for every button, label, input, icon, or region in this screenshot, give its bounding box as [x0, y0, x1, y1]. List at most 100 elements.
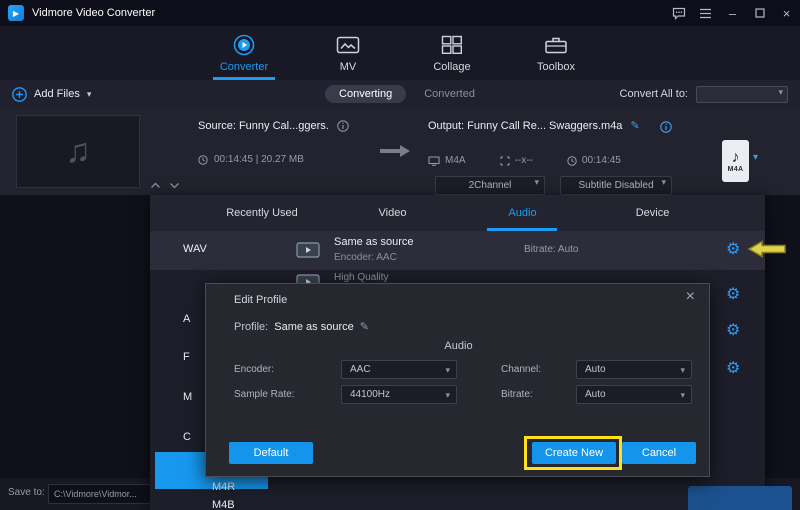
chevron-down-icon[interactable]	[169, 182, 180, 189]
convert-all-to-label: Convert All to:	[620, 88, 688, 100]
feedback-icon[interactable]	[665, 0, 692, 26]
tab-mv[interactable]: MV	[315, 26, 381, 80]
profile-title-partial: High Quality	[334, 272, 388, 283]
save-to-label: Save to:	[8, 487, 45, 498]
encoder-label: Encoder:	[234, 360, 274, 379]
output-info-icon[interactable]	[660, 121, 672, 133]
target-format-caret-icon[interactable]: ▾	[753, 152, 758, 163]
tab-collage[interactable]: Collage	[419, 26, 485, 80]
window-controls: – ×	[665, 0, 800, 26]
format-name: WAV	[183, 243, 207, 255]
channel-dropdown[interactable]: 2Channel ▾	[435, 176, 545, 195]
channel-value: Auto	[585, 364, 606, 375]
convert-all-to-caret-icon: ▾	[778, 87, 783, 98]
mv-image-icon	[336, 34, 360, 56]
dialog-close-icon[interactable]: ×	[686, 288, 695, 306]
tab-toolbox-label: Toolbox	[537, 61, 575, 73]
edit-profile-dialog: Edit Profile × Profile: Same as source ✎…	[205, 283, 710, 477]
toolbox-briefcase-icon	[544, 34, 568, 56]
panel-tab-video[interactable]: Video	[355, 195, 430, 231]
convert-all-to-group: Convert All to: ▾	[620, 86, 788, 103]
output-resolution-meta: --x--	[500, 155, 533, 166]
sample-rate-label: Sample Rate:	[234, 385, 295, 404]
maximize-button[interactable]	[746, 0, 773, 26]
sample-rate-select[interactable]: 44100Hz ▾	[341, 385, 457, 404]
profile-settings-gear-icon[interactable]: ⚙	[726, 242, 740, 258]
tab-converter-label: Converter	[220, 61, 268, 73]
encoder-select[interactable]: AAC ▾	[341, 360, 457, 379]
format-name-bottom[interactable]: M4B	[212, 499, 235, 510]
resolution-icon	[500, 156, 510, 166]
sample-rate-caret-icon: ▾	[445, 387, 450, 404]
profile-settings-gear-icon[interactable]: ⚙	[726, 323, 740, 339]
format-name-bottom[interactable]: M4R	[212, 481, 235, 493]
clock-icon	[198, 155, 208, 165]
chevron-up-icon[interactable]	[150, 182, 161, 189]
subtitle-dropdown[interactable]: Subtitle Disabled ▾	[560, 176, 672, 195]
profile-value: Same as source	[274, 321, 353, 333]
annotation-arrow-icon	[747, 240, 787, 258]
convert-all-button[interactable]	[688, 486, 792, 510]
sample-rate-value: 44100Hz	[350, 389, 390, 400]
convert-status-tabs: Converting Converted	[325, 85, 475, 103]
profile-label: Profile:	[234, 321, 268, 333]
app-window: ▶ Vidmore Video Converter – × Converter …	[0, 0, 800, 510]
subtitle-dropdown-value: Subtitle Disabled	[578, 180, 653, 191]
profile-settings-gear-icon[interactable]: ⚙	[726, 361, 740, 377]
edit-profile-pencil-icon[interactable]: ✎	[360, 320, 369, 333]
bitrate-select[interactable]: Auto ▾	[576, 385, 692, 404]
format-name-partial: C	[183, 431, 191, 443]
add-files-button[interactable]: Add Files ▾	[12, 87, 91, 102]
bitrate-value: Auto	[585, 389, 606, 400]
source-filename: Source: Funny Cal...ggers.	[198, 120, 329, 132]
titlebar: ▶ Vidmore Video Converter – ×	[0, 0, 800, 26]
source-line: Source: Funny Cal...ggers.	[198, 120, 349, 132]
channel-dropdown-value: 2Channel	[469, 180, 512, 191]
tab-converter[interactable]: Converter	[211, 26, 277, 80]
reorder-controls	[150, 182, 180, 189]
source-duration-size: 00:14:45 | 20.27 MB	[198, 154, 304, 165]
channel-select[interactable]: Auto ▾	[576, 360, 692, 379]
tab-converted[interactable]: Converted	[424, 88, 475, 100]
main-nav: Converter MV Collage Toolbox	[0, 26, 800, 80]
channel-caret-icon: ▾	[680, 362, 685, 379]
annotation-highlight-rect	[524, 436, 622, 470]
panel-tab-device[interactable]: Device	[615, 195, 690, 231]
save-path-input[interactable]: C:\Vidmore\Vidmor...	[48, 484, 166, 504]
dialog-title: Edit Profile	[234, 294, 287, 306]
dialog-section-title: Audio	[206, 340, 711, 352]
app-logo-icon: ▶	[8, 5, 24, 21]
convert-arrow-icon	[378, 142, 412, 160]
menu-icon[interactable]	[692, 0, 719, 26]
default-button[interactable]: Default	[229, 442, 313, 464]
output-duration-text: 00:14:45	[582, 155, 621, 166]
convert-all-to-dropdown[interactable]: ▾	[696, 86, 788, 103]
profile-settings-gear-icon[interactable]: ⚙	[726, 287, 740, 303]
profile-bitrate: Bitrate: Auto	[524, 244, 578, 255]
minimize-button[interactable]: –	[719, 0, 746, 26]
output-resolution-text: --x--	[515, 155, 533, 166]
window-title: Vidmore Video Converter	[32, 7, 155, 19]
output-line: Output: Funny Call Re... Swaggers.m4a ✎	[428, 120, 640, 132]
file-item-row: ♫ Source: Funny Cal...ggers. 00:14:45 | …	[0, 108, 800, 195]
channel-label: Channel:	[501, 360, 541, 379]
tab-converting[interactable]: Converting	[325, 85, 406, 103]
close-button[interactable]: ×	[773, 0, 800, 26]
format-name-partial: M	[183, 391, 192, 403]
profile-encoder: Encoder: AAC	[334, 252, 397, 263]
bitrate-caret-icon: ▾	[680, 387, 685, 404]
target-format-button[interactable]: ♪ M4A	[722, 140, 749, 182]
profile-tv-icon	[296, 240, 320, 260]
profile-row-wav[interactable]: WAV Same as source Encoder: AAC Bitrate:…	[150, 231, 765, 270]
source-info-icon[interactable]	[337, 120, 349, 132]
file-thumbnail: ♫	[16, 115, 140, 188]
format-name-partial: F	[183, 351, 190, 363]
tab-toolbox[interactable]: Toolbox	[523, 26, 589, 80]
panel-tab-audio[interactable]: Audio	[485, 195, 560, 231]
rename-pencil-icon[interactable]: ✎	[630, 121, 639, 132]
panel-tab-recently-used[interactable]: Recently Used	[212, 195, 312, 231]
app-logo-play-glyph: ▶	[13, 9, 19, 18]
add-files-label: Add Files	[34, 88, 80, 100]
profile-title: Same as source	[334, 236, 413, 248]
cancel-button[interactable]: Cancel	[622, 442, 696, 464]
